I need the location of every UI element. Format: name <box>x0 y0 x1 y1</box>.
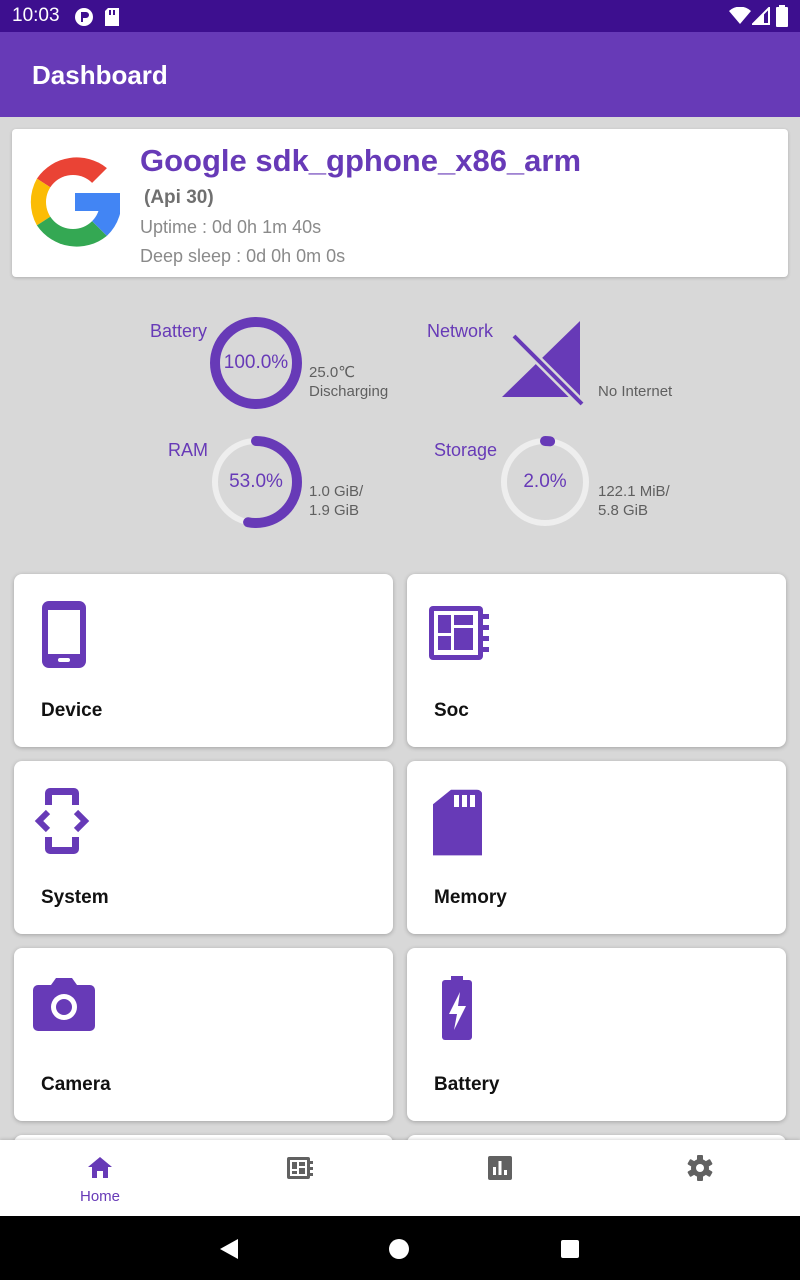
tile-device[interactable]: Device <box>14 574 393 747</box>
cell-signal-icon <box>752 7 770 25</box>
chip-icon <box>287 1157 313 1179</box>
battery-state: Discharging <box>309 383 389 400</box>
tile-system[interactable]: System <box>14 761 393 934</box>
tile-memory-label: Memory <box>434 887 507 908</box>
app-bar: Dashboard <box>0 32 800 117</box>
ram-gauge: 53.0% <box>209 435 303 529</box>
tile-camera-label: Camera <box>41 1074 111 1095</box>
nav-home[interactable]: Home <box>0 1140 200 1216</box>
nav-settings[interactable] <box>600 1140 800 1216</box>
battery-stat-label: Battery <box>150 321 208 341</box>
nav-home-label: Home <box>79 1188 120 1205</box>
battery-gauge: 100.0% <box>209 316 303 410</box>
recents-icon[interactable] <box>560 1239 580 1259</box>
sd-card-status-icon <box>105 8 119 26</box>
ram-stat-label: RAM <box>168 440 208 460</box>
home-icon <box>88 1157 112 1178</box>
chip-icon <box>429 606 489 660</box>
tile-soc-label: Soc <box>434 700 469 721</box>
api-level: (Api 30) <box>144 187 214 208</box>
camera-icon <box>33 978 95 1031</box>
ram-used: 1.0 GiB/ <box>309 483 364 500</box>
ram-total: 1.9 GiB <box>309 502 360 519</box>
storage-total: 5.8 GiB <box>598 502 649 519</box>
page-title: Dashboard <box>32 60 168 90</box>
developer-mode-icon <box>34 788 90 854</box>
device-name: Google sdk_gphone_x86_arm <box>140 143 582 178</box>
storage-percent: 2.0% <box>523 471 567 492</box>
device-info-card: Google sdk_gphone_x86_arm (Api 30) Uptim… <box>12 129 788 277</box>
system-nav-bar <box>0 1216 800 1280</box>
sd-card-icon <box>433 789 482 856</box>
network-status: No Internet <box>598 383 673 400</box>
ram-percent: 53.0% <box>229 471 283 492</box>
status-bar: 10:03 <box>0 0 800 32</box>
bar-chart-icon <box>488 1156 512 1180</box>
google-logo-icon <box>30 157 120 247</box>
battery-percent: 100.0% <box>223 352 289 373</box>
tile-device-label: Device <box>41 700 103 721</box>
phone-icon <box>42 601 86 668</box>
gear-icon <box>687 1155 713 1181</box>
tile-memory[interactable]: Memory <box>407 761 786 934</box>
bottom-navigation: Home <box>0 1140 800 1216</box>
battery-charging-icon <box>442 976 472 1040</box>
home-circle-icon[interactable] <box>388 1238 410 1260</box>
play-protect-icon <box>75 8 93 26</box>
tile-camera[interactable]: Camera <box>14 948 393 1121</box>
tile-soc[interactable]: Soc <box>407 574 786 747</box>
status-time: 10:03 <box>12 5 60 26</box>
network-stat-label: Network <box>427 321 494 341</box>
tile-system-label: System <box>41 887 109 908</box>
battery-status-icon <box>776 5 788 27</box>
wifi-icon <box>729 7 751 24</box>
storage-used: 122.1 MiB/ <box>598 483 670 500</box>
tile-battery-label: Battery <box>434 1074 500 1095</box>
back-icon[interactable] <box>219 1238 239 1260</box>
uptime-text: Uptime : 0d 0h 1m 40s <box>140 217 322 237</box>
tile-battery[interactable]: Battery <box>407 948 786 1121</box>
storage-gauge: 2.0% <box>498 435 592 529</box>
nav-charts[interactable] <box>400 1140 600 1216</box>
nav-hardware[interactable] <box>200 1140 400 1216</box>
deep-sleep-text: Deep sleep : 0d 0h 0m 0s <box>140 246 346 266</box>
signal-off-icon <box>502 321 586 406</box>
battery-temperature: 25.0℃ <box>309 364 356 381</box>
storage-stat-label: Storage <box>434 440 498 460</box>
